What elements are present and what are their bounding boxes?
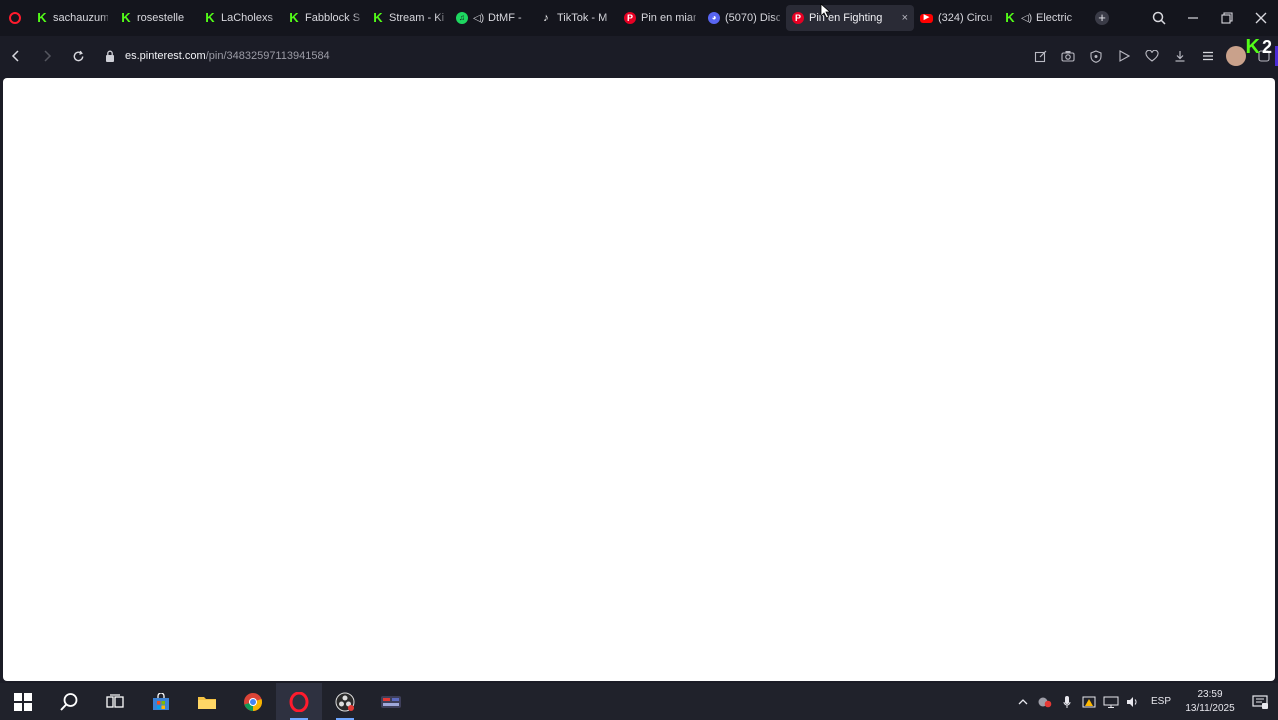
tab-list: Ksachauzum Krosestelle K LaCholexs K Fabblock… xyxy=(30,0,1082,36)
tab-fade xyxy=(100,5,114,31)
browser-tab[interactable]: K LaCholexs xyxy=(198,5,282,31)
windows-logo-icon xyxy=(14,692,32,711)
search-tabs-icon[interactable] xyxy=(1142,0,1176,36)
tab-fade xyxy=(520,5,534,31)
opera-menu-icon[interactable] xyxy=(0,0,30,36)
defender-warning-icon[interactable] xyxy=(1078,683,1100,720)
tab-fade xyxy=(688,5,702,31)
browser-tab[interactable]: P Pin en Fighting × xyxy=(786,5,914,31)
browser-tab[interactable]: ♫ ◁) DtMF - xyxy=(450,5,534,31)
tab-title: TikTok - M xyxy=(557,12,608,24)
address-field[interactable]: es.pinterest.com/pin/34832597113941584 xyxy=(125,50,330,62)
page-viewport[interactable] xyxy=(3,78,1275,681)
browser-tab[interactable]: K Fabblock S xyxy=(282,5,366,31)
discord-icon: ◕ xyxy=(708,12,720,24)
spotify-icon: ♫ xyxy=(456,12,468,24)
browser-tab[interactable]: ◕ (5070) Disc xyxy=(702,5,786,31)
address-toolbar: es.pinterest.com/pin/34832597113941584 xyxy=(0,36,1278,76)
tiktok-icon: ♪ xyxy=(543,12,549,24)
back-button[interactable] xyxy=(1,41,31,71)
microphone-icon[interactable] xyxy=(1056,683,1078,720)
menu-icon[interactable] xyxy=(1194,42,1222,70)
pinterest-icon: P xyxy=(624,12,636,24)
obs-icon[interactable] xyxy=(322,683,368,720)
system-tray: ESP 23:59 13/11/2025 xyxy=(1012,683,1278,720)
browser-tab[interactable]: ♪ TikTok - M xyxy=(534,5,618,31)
plus-icon: + xyxy=(1095,11,1109,25)
notifications-icon[interactable] xyxy=(1242,683,1278,720)
minimize-button[interactable] xyxy=(1176,0,1210,36)
clock-date: 13/11/2025 xyxy=(1185,702,1235,714)
new-tab-button[interactable]: + xyxy=(1090,6,1114,30)
show-hidden-icons-chevron-icon[interactable] xyxy=(1012,683,1034,720)
toolbar-actions xyxy=(1026,36,1278,76)
shield-icon[interactable] xyxy=(1082,42,1110,70)
easy-setup-icon[interactable] xyxy=(1026,42,1054,70)
opera-tray-icon[interactable] xyxy=(1034,683,1056,720)
tab-title: LaCholexs xyxy=(221,12,273,24)
kick-icon: K xyxy=(37,10,47,25)
browser-tab[interactable]: K ◁) Electric xyxy=(998,5,1082,31)
speaker-icon[interactable]: ◁) xyxy=(1021,13,1032,24)
extensions-icon[interactable] xyxy=(1250,42,1278,70)
browser-tab[interactable]: ▶ (324) Circu xyxy=(914,5,998,31)
tab-fade xyxy=(268,5,282,31)
browser-tab[interactable]: K Stream - Ki xyxy=(366,5,450,31)
pinterest-icon: P xyxy=(792,12,804,24)
url-host: es.pinterest.com xyxy=(125,50,206,62)
tab-fade xyxy=(984,5,998,31)
kick-icon: K xyxy=(1005,10,1015,25)
tab-title: Electric xyxy=(1036,12,1073,24)
browser-tab[interactable]: Ksachauzum xyxy=(30,5,114,31)
opera-icon[interactable] xyxy=(276,683,322,720)
heart-icon[interactable] xyxy=(1138,42,1166,70)
start-button[interactable] xyxy=(0,683,46,720)
clock-time: 23:59 xyxy=(1197,688,1223,700)
task-view-button[interactable] xyxy=(92,683,138,720)
browser-tab[interactable]: Krosestelle xyxy=(114,5,198,31)
tab-fade xyxy=(352,5,366,31)
chrome-icon[interactable] xyxy=(230,683,276,720)
app-icon[interactable] xyxy=(368,683,414,720)
forward-button[interactable] xyxy=(32,41,62,71)
system-clock[interactable]: 23:59 13/11/2025 xyxy=(1178,688,1242,716)
kick-icon: K xyxy=(121,10,131,25)
profile-avatar[interactable] xyxy=(1226,46,1246,66)
close-tab-icon[interactable]: × xyxy=(902,10,908,26)
volume-icon[interactable] xyxy=(1122,683,1144,720)
tab-fade xyxy=(436,5,450,31)
network-icon[interactable] xyxy=(1100,683,1122,720)
camera-icon[interactable] xyxy=(1054,42,1082,70)
taskbar-search-button[interactable] xyxy=(46,683,92,720)
tab-title: rosestelle xyxy=(137,12,185,24)
file-explorer-icon[interactable] xyxy=(184,683,230,720)
restore-button[interactable] xyxy=(1210,0,1244,36)
youtube-icon: ▶ xyxy=(920,13,933,23)
download-icon[interactable] xyxy=(1166,42,1194,70)
store-icon[interactable] xyxy=(138,683,184,720)
close-window-button[interactable] xyxy=(1244,0,1278,36)
language-indicator[interactable]: ESP xyxy=(1144,683,1178,720)
kick-icon: K xyxy=(289,10,299,25)
tab-fade xyxy=(1068,5,1082,31)
tab-strip: Ksachauzum Krosestelle K LaCholexs K Fabblock… xyxy=(0,0,1278,36)
windows-taskbar: ESP 23:59 13/11/2025 xyxy=(0,683,1278,720)
kick-icon: K xyxy=(205,10,215,25)
lock-icon[interactable] xyxy=(105,50,119,62)
url-path: /pin/34832597113941584 xyxy=(205,50,330,62)
tab-fade xyxy=(604,5,618,31)
browser-tab[interactable]: P Pin en mian xyxy=(618,5,702,31)
tab-fade xyxy=(772,5,786,31)
window-controls xyxy=(1142,0,1278,36)
speaker-icon[interactable]: ◁) xyxy=(473,13,484,24)
kick-icon: K xyxy=(373,10,383,25)
tab-title: DtMF - xyxy=(488,12,522,24)
reload-button[interactable] xyxy=(63,41,93,71)
play-icon[interactable] xyxy=(1110,42,1138,70)
tab-fade xyxy=(184,5,198,31)
